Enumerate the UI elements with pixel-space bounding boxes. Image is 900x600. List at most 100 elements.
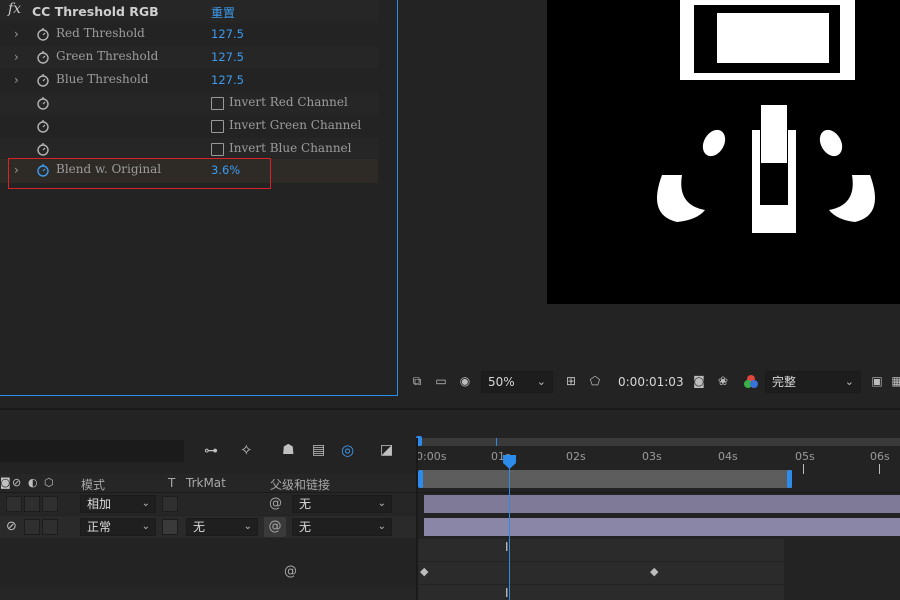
param-row-red-threshold[interactable]: › Red Threshold 127.5 <box>0 23 378 46</box>
param-row-blue-threshold[interactable]: › Blue Threshold 127.5 <box>0 69 378 92</box>
effect-controls-panel: fx CC Threshold RGB 重置 › Red Threshold 1… <box>0 0 398 396</box>
stopwatch-icon[interactable] <box>36 119 50 133</box>
time-navigator[interactable] <box>418 438 900 446</box>
layer-switch[interactable] <box>42 519 58 535</box>
parent-value: 无 <box>299 520 312 534</box>
mask-icon[interactable]: ◉ <box>457 374 473 388</box>
timecode-display[interactable]: 0:00:01:03 <box>611 371 687 393</box>
param-row-green-threshold[interactable]: › Green Threshold 127.5 <box>0 46 378 69</box>
zoom-value: 50% <box>488 375 515 389</box>
work-area-end-handle[interactable] <box>787 470 792 488</box>
3d-layer-header-icon: ⬡ <box>44 476 54 489</box>
parent-select[interactable]: 无 ⌄ <box>292 495 392 513</box>
checkbox-label: Invert Red Channel <box>229 95 348 109</box>
grid-icon[interactable]: ⊞ <box>563 374 579 388</box>
layer-search-input[interactable] <box>0 440 184 462</box>
layer-switch[interactable] <box>24 496 40 512</box>
mask-visibility-icon[interactable]: ⬠ <box>587 374 603 388</box>
expand-chevron-icon[interactable]: › <box>14 27 24 41</box>
layer-switch[interactable] <box>6 496 22 512</box>
work-area-bar[interactable] <box>420 470 792 488</box>
stopwatch-icon[interactable] <box>36 142 50 156</box>
comp-flowchart-icon[interactable]: ⊶ <box>204 443 218 459</box>
playhead-line <box>509 468 510 600</box>
property-track <box>418 539 784 561</box>
blend-mode-value: 相加 <box>87 497 112 511</box>
chevron-down-icon: ⌄ <box>141 521 150 532</box>
t-column-header[interactable]: T <box>168 476 175 490</box>
parent-column-header[interactable]: 父级和链接 <box>270 476 330 493</box>
blend-mode-value: 正常 <box>87 520 112 534</box>
ruler-tick-label: 03s <box>642 450 662 463</box>
trkmat-select[interactable]: 无 ⌄ <box>186 518 258 536</box>
preserve-transparency-toggle[interactable] <box>162 496 178 512</box>
ruler-tick-label: 05s <box>795 450 815 463</box>
adjustment-layer-icon[interactable]: ⊘ <box>6 519 17 534</box>
spiral-icon[interactable]: @ <box>284 564 297 579</box>
blend-mode-select[interactable]: 相加 ⌄ <box>80 495 156 513</box>
layer-row[interactable]: ⊘ 正常 ⌄ 无 ⌄ @ 无 ⌄ <box>0 516 416 538</box>
preserve-transparency-toggle[interactable] <box>162 519 178 535</box>
stopwatch-icon[interactable] <box>36 73 50 87</box>
stopwatch-icon[interactable] <box>36 50 50 64</box>
param-value[interactable]: 127.5 <box>211 73 244 87</box>
pickwhip-icon[interactable]: @ <box>269 496 282 511</box>
viewer-toolbar: ⧉ ▭ ◉ 50% ⌄ ⊞ ⬠ 0:00:01:03 ◙ ❀ 完整 ⌄ ▣ ▦ <box>399 368 900 396</box>
always-preview-icon[interactable]: ⧉ <box>409 374 425 388</box>
timecode-value: 0:00:01:03 <box>618 375 684 389</box>
graph-editor-icon[interactable]: ◪ <box>380 442 393 458</box>
trkmat-value: 无 <box>193 520 206 534</box>
composition-canvas[interactable] <box>547 0 900 304</box>
layer-row[interactable]: 相加 ⌄ @ 无 ⌄ <box>0 493 416 515</box>
highlight-box <box>8 158 271 189</box>
monitor-icon[interactable]: ▭ <box>433 374 449 388</box>
keyframe-diamond[interactable]: ◆ <box>420 565 428 578</box>
param-label: Blue Threshold <box>56 72 149 86</box>
zoom-dropdown[interactable]: 50% ⌄ <box>481 371 553 393</box>
region-of-interest-icon[interactable]: ▣ <box>869 374 885 388</box>
mode-column-header[interactable]: 模式 <box>81 476 105 493</box>
invert-blue-checkbox[interactable] <box>211 143 224 156</box>
frame-blending-icon[interactable]: ▤ <box>312 442 325 458</box>
time-cursor-icon: I <box>505 586 509 600</box>
motion-blur-icon[interactable]: ◎ <box>341 441 354 459</box>
effect-header-row[interactable]: fx CC Threshold RGB 重置 <box>0 0 378 23</box>
color-channels-icon[interactable] <box>743 374 759 390</box>
fx-toggle[interactable]: fx <box>8 1 21 17</box>
trkmat-column-header[interactable]: TrkMat <box>186 476 226 490</box>
param-row-invert-green[interactable]: Invert Green Channel <box>0 115 378 138</box>
property-row: @ <box>0 562 416 584</box>
camera-icon[interactable]: ◙ <box>691 374 707 388</box>
stopwatch-icon[interactable] <box>36 96 50 110</box>
resolution-value: 完整 <box>772 375 797 389</box>
expand-chevron-icon[interactable]: › <box>14 50 24 64</box>
channel-icon[interactable]: ❀ <box>715 374 731 388</box>
param-value[interactable]: 127.5 <box>211 27 244 41</box>
stopwatch-icon[interactable] <box>36 27 50 41</box>
layer-switch[interactable] <box>24 519 40 535</box>
transparency-grid-icon[interactable]: ▦ <box>889 374 900 388</box>
invert-green-checkbox[interactable] <box>211 120 224 133</box>
preview-image <box>657 0 875 233</box>
blend-mode-select[interactable]: 正常 ⌄ <box>80 518 156 536</box>
draft-3d-icon[interactable]: ✧ <box>240 441 253 459</box>
resolution-dropdown[interactable]: 完整 ⌄ <box>765 371 861 393</box>
ruler-tick-label: 02s <box>566 450 586 463</box>
chevron-down-icon: ⌄ <box>377 521 386 532</box>
parent-select[interactable]: 无 ⌄ <box>292 518 392 536</box>
shy-layers-icon[interactable]: ☗ <box>282 442 295 458</box>
layer-duration-bar[interactable] <box>424 495 900 513</box>
pickwhip-icon[interactable]: @ <box>264 517 286 537</box>
playhead-handle[interactable] <box>503 454 516 469</box>
param-label: Red Threshold <box>56 26 145 40</box>
reset-link[interactable]: 重置 <box>211 4 235 21</box>
expand-chevron-icon[interactable]: › <box>14 73 24 87</box>
keyframe-diamond[interactable]: ◆ <box>650 565 658 578</box>
invert-red-checkbox[interactable] <box>211 97 224 110</box>
ruler-tick-label: 04s <box>718 450 738 463</box>
param-value[interactable]: 127.5 <box>211 50 244 64</box>
layer-switch[interactable] <box>42 496 58 512</box>
work-area-start-handle[interactable] <box>418 470 423 488</box>
param-row-invert-red[interactable]: Invert Red Channel <box>0 92 378 115</box>
layer-duration-bar[interactable] <box>424 518 900 536</box>
